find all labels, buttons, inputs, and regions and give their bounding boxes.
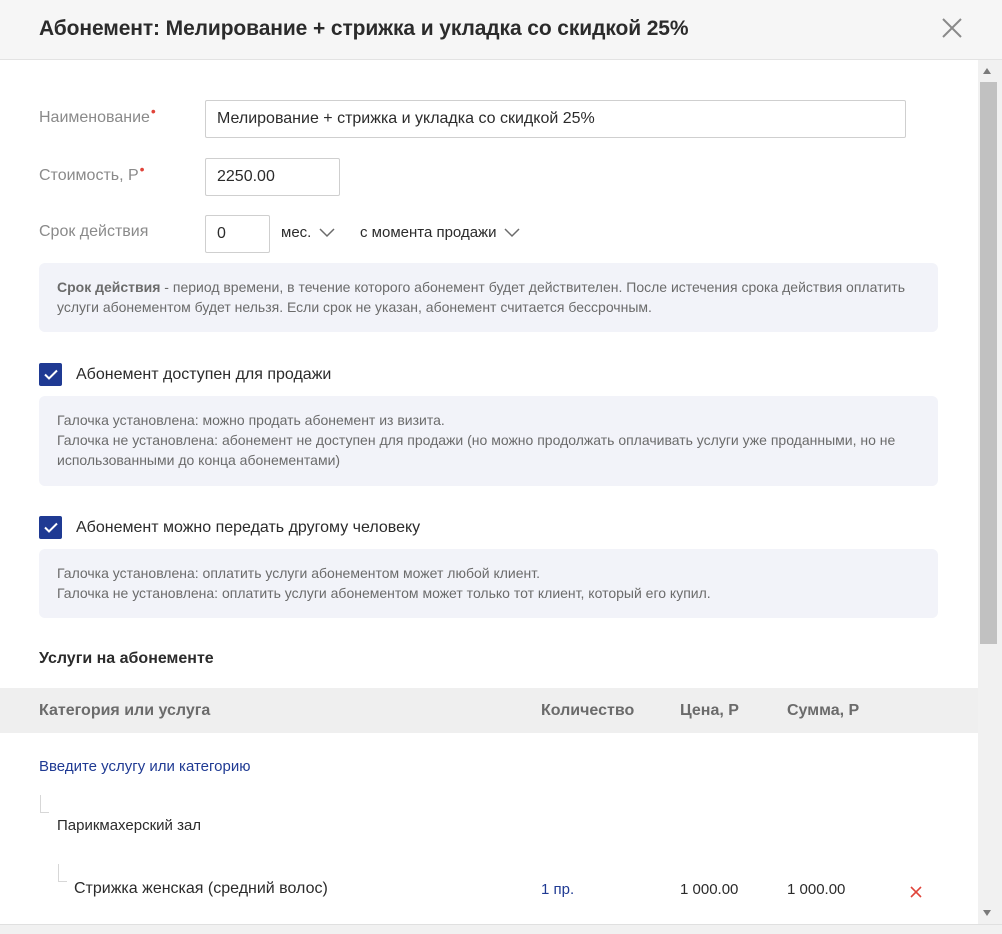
add-service-link[interactable]: Введите услугу или категорию — [39, 758, 250, 775]
validity-input[interactable]: 0 — [205, 215, 270, 253]
validity-info-text: - период времени, в течение которого або… — [57, 279, 906, 315]
name-label-text: Наименование — [39, 109, 150, 126]
vertical-scrollbar[interactable] — [978, 60, 1002, 924]
column-header-sum: Сумма, Р — [787, 702, 860, 719]
name-input-value: Мелирование + стрижка и укладка со скидк… — [217, 110, 595, 127]
transfer-info-box: Галочка установлена: оплатить услуги або… — [39, 549, 938, 618]
service-quantity[interactable]: 1 пр. — [541, 881, 574, 898]
service-name: Стрижка женская (средний волос) — [74, 880, 328, 897]
modal-header: Абонемент: Мелирование + стрижка и уклад… — [0, 0, 1002, 60]
service-price: 1 000.00 — [680, 881, 739, 898]
unit-dropdown[interactable]: мес. — [281, 224, 335, 241]
close-icon — [942, 18, 962, 38]
chevron-down-icon — [319, 227, 335, 237]
scroll-thumb[interactable] — [980, 82, 997, 644]
unit-dropdown-value: мес. — [281, 224, 312, 241]
scroll-up-arrow[interactable] — [983, 68, 991, 74]
cost-label: Стоимость, Р• — [39, 161, 145, 185]
scroll-down-arrow[interactable] — [983, 910, 991, 916]
transfer-info-line1: Галочка установлена: оплатить услуги або… — [57, 565, 540, 581]
cost-label-text: Стоимость, Р — [39, 167, 139, 184]
validity-label: Срок действия — [39, 223, 149, 240]
transfer-checkbox-row[interactable]: Абонемент можно передать другому человек… — [39, 516, 420, 539]
sale-checkbox-row[interactable]: Абонемент доступен для продажи — [39, 363, 331, 386]
name-label: Наименование• — [39, 103, 156, 127]
column-header-price: Цена, Р — [680, 702, 739, 719]
services-table-header: Категория или услуга Количество Цена, Р … — [0, 688, 978, 733]
bottom-edge — [0, 924, 1002, 934]
modal-title: Абонемент: Мелирование + стрижка и уклад… — [39, 17, 689, 40]
sale-checkbox[interactable] — [39, 363, 62, 386]
chevron-down-icon — [504, 227, 520, 237]
column-header-quantity: Количество — [541, 702, 635, 719]
sale-info-line2: Галочка не установлена: абонемент не дос… — [57, 432, 896, 468]
validity-input-value: 0 — [217, 225, 226, 242]
modal-content: Наименование• Мелирование + стрижка и ук… — [0, 60, 978, 924]
tree-connector — [40, 795, 49, 813]
modal-body[interactable]: Наименование• Мелирование + стрижка и ук… — [0, 60, 1002, 924]
start-dropdown-value: с момента продажи — [360, 224, 497, 241]
cost-input[interactable]: 2250.00 — [205, 158, 340, 196]
column-header-service: Категория или услуга — [39, 702, 211, 719]
close-button[interactable] — [939, 15, 965, 41]
transfer-checkbox[interactable] — [39, 516, 62, 539]
tree-connector — [58, 864, 67, 882]
remove-service-button[interactable] — [910, 885, 922, 903]
validity-info-box: Срок действия - период времени, в течени… — [39, 263, 938, 332]
required-marker: • — [139, 161, 145, 177]
required-marker: • — [150, 103, 156, 119]
check-icon — [43, 369, 58, 380]
sale-info-box: Галочка установлена: можно продать абоне… — [39, 396, 938, 486]
delete-x-icon — [910, 886, 922, 898]
services-section-title: Услуги на абонементе — [39, 650, 214, 667]
cost-input-value: 2250.00 — [217, 168, 275, 185]
validity-info-bold: Срок действия — [57, 279, 161, 295]
check-icon — [43, 522, 58, 533]
sale-info-line1: Галочка установлена: можно продать абоне… — [57, 412, 445, 428]
category-name: Парикмахерский зал — [57, 817, 202, 834]
service-sum: 1 000.00 — [787, 881, 846, 898]
sale-checkbox-label: Абонемент доступен для продажи — [76, 365, 332, 383]
name-input[interactable]: Мелирование + стрижка и укладка со скидк… — [205, 100, 906, 138]
transfer-info-line2: Галочка не установлена: оплатить услуги … — [57, 585, 711, 601]
start-dropdown[interactable]: с момента продажи — [360, 224, 520, 241]
transfer-checkbox-label: Абонемент можно передать другому человек… — [76, 518, 421, 536]
